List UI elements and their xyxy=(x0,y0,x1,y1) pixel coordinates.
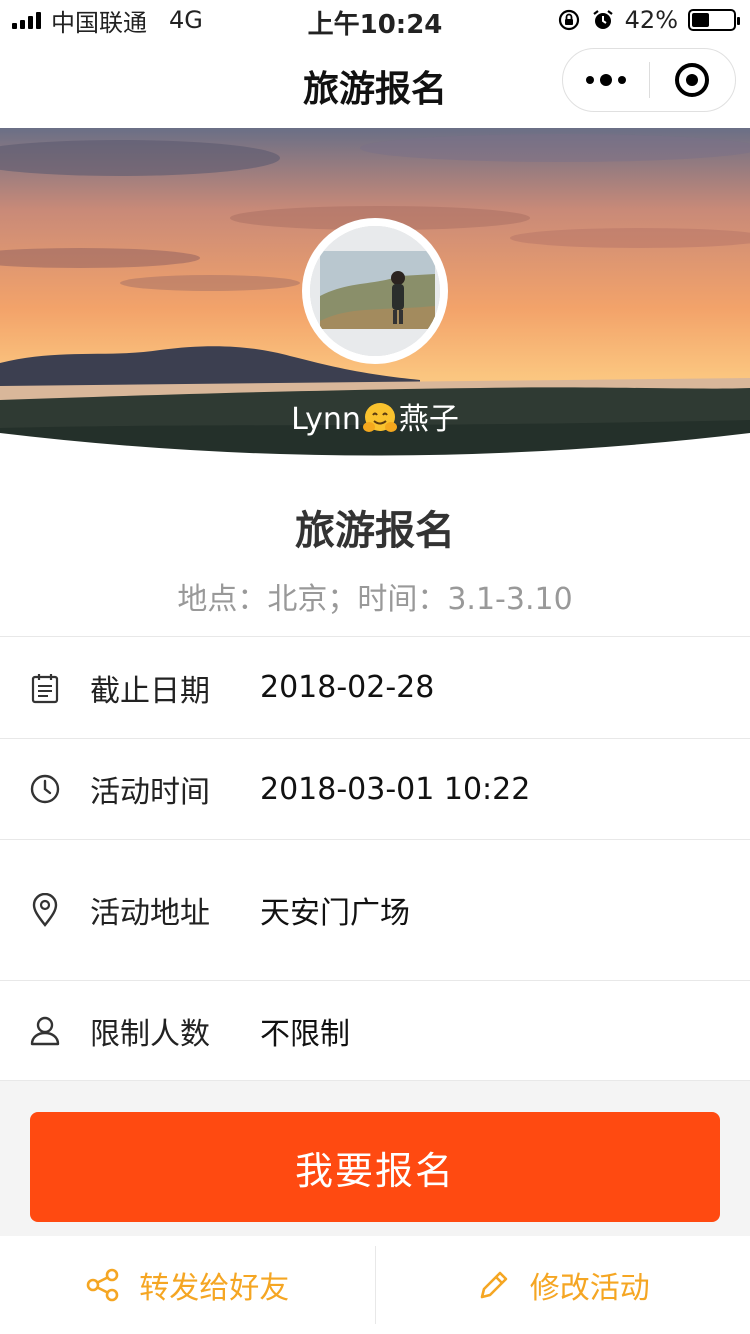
alarm-icon xyxy=(592,10,613,29)
avatar-frame xyxy=(302,218,448,364)
detail-label: 限制人数 xyxy=(90,1016,210,1052)
detail-value: 2018-02-28 xyxy=(260,670,435,705)
mini-program-capsule xyxy=(562,48,736,112)
share-icon xyxy=(86,1268,119,1302)
detail-label: 截止日期 xyxy=(90,673,210,709)
hero-banner: Lynn 燕子 xyxy=(0,128,750,458)
battery-icon xyxy=(688,9,740,31)
signup-area: 我要报名 xyxy=(0,1080,750,1236)
event-header: 旅游报名 地点：北京；时间：3.1-3.10 xyxy=(0,458,750,636)
avatar xyxy=(310,226,440,356)
avatar-photo xyxy=(310,226,440,356)
detail-row-deadline: 截止日期 2018-02-28 xyxy=(0,636,750,738)
status-right: 42% xyxy=(557,6,740,34)
status-bar: 中国联通 4G 上午10:24 42% xyxy=(0,0,750,40)
close-button[interactable] xyxy=(650,63,736,97)
user-name-suffix: 燕子 xyxy=(398,402,459,437)
rotation-lock-icon xyxy=(558,9,579,31)
nav-bar: 旅游报名 xyxy=(0,40,750,128)
detail-row-time: 活动时间 2018-03-01 10:22 xyxy=(0,738,750,839)
user-name: Lynn 燕子 xyxy=(0,394,750,438)
user-name-text: Lynn xyxy=(291,402,361,437)
more-button[interactable] xyxy=(563,74,649,86)
battery-percent: 42% xyxy=(624,6,678,34)
edit-label: 修改活动 xyxy=(529,1271,650,1306)
detail-label: 活动地址 xyxy=(90,896,210,931)
pencil-icon xyxy=(480,1271,508,1299)
share-button[interactable]: 转发给好友 xyxy=(0,1236,375,1334)
signup-button[interactable]: 我要报名 xyxy=(30,1112,720,1222)
hugging-face-icon xyxy=(362,403,397,432)
detail-value: 不限制 xyxy=(260,1016,350,1052)
event-title: 旅游报名 xyxy=(295,508,455,554)
detail-label: 活动时间 xyxy=(90,775,210,810)
clock-icon xyxy=(0,773,90,805)
location-icon xyxy=(0,893,90,927)
bottom-action-bar: 转发给好友 修改活动 xyxy=(0,1236,750,1334)
share-label: 转发给好友 xyxy=(139,1271,290,1306)
target-icon xyxy=(675,63,710,97)
event-subtitle: 地点：北京；时间：3.1-3.10 xyxy=(177,582,573,617)
calendar-icon xyxy=(0,672,90,704)
edit-button[interactable]: 修改活动 xyxy=(376,1236,750,1334)
person-icon xyxy=(0,1015,90,1047)
detail-value: 天安门广场 xyxy=(260,896,410,931)
detail-row-address: 活动地址 天安门广场 xyxy=(0,839,750,980)
detail-row-limit: 限制人数 不限制 xyxy=(0,980,750,1080)
detail-value: 2018-03-01 10:22 xyxy=(260,771,531,807)
